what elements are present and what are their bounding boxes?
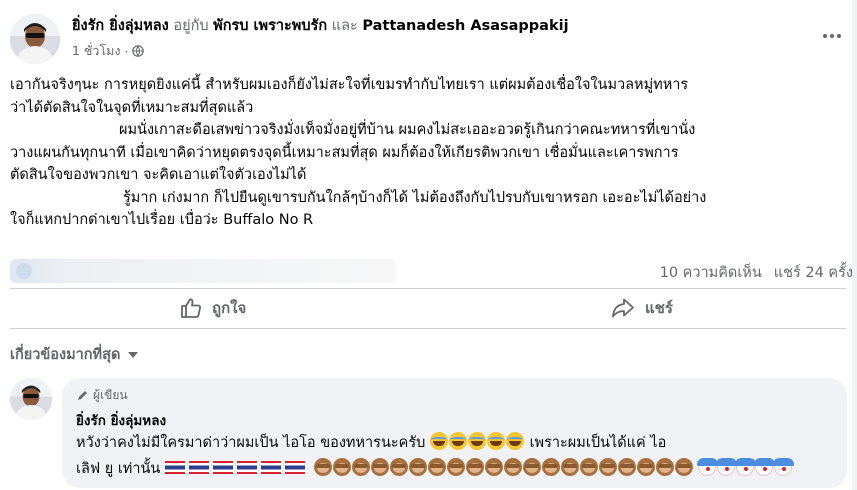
monkey-emoji-icon bbox=[655, 458, 674, 476]
clown-emoji-icon bbox=[754, 458, 776, 476]
laugh-emoji-icon bbox=[486, 432, 505, 450]
post-author-avatar[interactable] bbox=[10, 14, 60, 64]
share-button[interactable]: แชร์ bbox=[611, 293, 673, 323]
post-line: วางแผนกันทุกนาที เมื่อเขาคิดว่าหยุดตรงจุ… bbox=[10, 144, 679, 161]
clown-emoji-icon bbox=[735, 458, 757, 476]
comment-author-avatar[interactable] bbox=[10, 378, 52, 420]
divider bbox=[10, 288, 846, 289]
shares-count-link[interactable]: แชร์ 24 ครั้ง bbox=[774, 261, 853, 284]
post-header: ยิ่งรัก ยิ่งลุ่มหลง อยู่กับ พักรบ เพราะพ… bbox=[72, 14, 569, 37]
laugh-emoji-icons bbox=[429, 432, 530, 451]
monkey-emoji-icon bbox=[522, 458, 541, 476]
laugh-emoji-icon bbox=[505, 432, 524, 450]
and-text: และ bbox=[331, 18, 358, 34]
post-meta: 1 ชั่วโมง · bbox=[72, 41, 145, 61]
monkey-emoji-icon bbox=[427, 458, 446, 476]
thai-flag-icon bbox=[284, 461, 305, 474]
comment-text-part: เลิฟ ยู เท่านั้น bbox=[76, 461, 161, 477]
thai-flag-icon bbox=[164, 461, 185, 474]
feed-edge bbox=[852, 0, 857, 490]
monkey-emoji-icon bbox=[579, 458, 598, 476]
share-label: แชร์ bbox=[645, 299, 673, 317]
globe-icon[interactable] bbox=[132, 45, 145, 57]
thai-flag-icon bbox=[260, 461, 281, 474]
thai-flag-icon bbox=[236, 461, 257, 474]
monkey-emoji-icon bbox=[408, 458, 427, 476]
avatar-photo bbox=[10, 14, 60, 64]
tagged-user-2[interactable]: Pattanadesh Asasappakij bbox=[362, 18, 568, 34]
thumbs-up-icon bbox=[181, 298, 201, 318]
post-line: ผมนั่งเกาสะดือเสพข่าวจริงมั่งเท็จมั่งอยู… bbox=[119, 122, 696, 138]
post-line: ใจก็แหกปากด่าเขาไปเรื่อย เบื่อว่ะ Buffal… bbox=[10, 212, 314, 228]
clown-emoji-icons bbox=[697, 458, 795, 477]
laugh-emoji-icon bbox=[467, 432, 486, 450]
monkey-emoji-icon bbox=[351, 458, 370, 476]
tagged-user-1[interactable]: พักรบ เพราะพบรัก bbox=[213, 18, 327, 34]
comment-text-part: เพราะผมเป็นได้แค่ ไอ bbox=[529, 435, 667, 451]
post-author-name[interactable]: ยิ่งรัก ยิ่งลุ่มหลง bbox=[72, 18, 169, 34]
thai-flag-icon bbox=[188, 461, 209, 474]
monkey-emoji-icon bbox=[484, 458, 503, 476]
clown-emoji-icon bbox=[697, 458, 719, 476]
comment-bubble: ผู้เขียน ยิ่งรัก ยิ่งลุ่มหลง หวังว่าคงไม… bbox=[62, 378, 847, 488]
thai-flag-icon bbox=[212, 461, 233, 474]
comment-sort-dropdown[interactable]: เกี่ยวข้องมากที่สุด bbox=[10, 343, 139, 366]
monkey-emoji-icons bbox=[313, 458, 699, 477]
monkey-emoji-icon bbox=[370, 458, 389, 476]
author-badge-label: ผู้เขียน bbox=[93, 388, 128, 402]
clown-emoji-icon bbox=[716, 458, 738, 476]
caret-down-icon bbox=[128, 351, 139, 358]
monkey-emoji-icon bbox=[541, 458, 560, 476]
more-options-icon[interactable] bbox=[818, 26, 846, 46]
laugh-emoji-icon bbox=[429, 432, 448, 450]
like-button[interactable]: ถูกใจ bbox=[180, 293, 246, 323]
share-arrow-icon bbox=[612, 298, 634, 318]
post-line: รู้มาก เก่งมาก ก็ไปยืนดูเขารบกันใกล้ๆบ้า… bbox=[123, 189, 707, 206]
clown-emoji-icon bbox=[773, 458, 795, 476]
monkey-emoji-icon bbox=[636, 458, 655, 476]
engagement-counts: 10 ความคิดเห็น แชร์ 24 ครั้ง bbox=[660, 261, 853, 284]
post-card: ยิ่งรัก ยิ่งลุ่มหลง อยู่กับ พักรบ เพราะพ… bbox=[0, 0, 857, 336]
with-text: อยู่กับ bbox=[173, 18, 209, 34]
monkey-emoji-icon bbox=[598, 458, 617, 476]
pen-icon bbox=[78, 390, 87, 400]
post-line: ตัดสินใจของพวกเขา จะคิดเอาแต่ใจตัวเองไม่… bbox=[10, 167, 307, 183]
monkey-emoji-icon bbox=[503, 458, 522, 476]
post-line: เอากันจริงๆนะ การหยุดยิงแค่นี้ สำหรับผมเ… bbox=[10, 77, 689, 93]
monkey-emoji-icon bbox=[560, 458, 579, 476]
meta-separator: · bbox=[124, 43, 129, 59]
thai-flag-icons bbox=[164, 461, 314, 477]
laugh-emoji-icon bbox=[448, 432, 467, 450]
post-line: ว่าได้ตัดสินใจในจุดที่เหมาะสมที่สุดแล้ว bbox=[10, 99, 254, 116]
like-label: ถูกใจ bbox=[212, 299, 247, 317]
reactions-summary[interactable] bbox=[10, 259, 396, 283]
monkey-emoji-icon bbox=[674, 458, 693, 476]
comments-count-link[interactable]: 10 ความคิดเห็น bbox=[660, 261, 762, 284]
comment-author-name[interactable]: ยิ่งรัก ยิ่งลุ่มหลง bbox=[76, 409, 166, 431]
comment-sort-label: เกี่ยวข้องมากที่สุด bbox=[10, 347, 121, 363]
monkey-emoji-icon bbox=[313, 458, 332, 476]
monkey-emoji-icon bbox=[389, 458, 408, 476]
reaction-icon bbox=[16, 263, 32, 279]
author-badge: ผู้เขียน bbox=[76, 386, 128, 405]
post-timestamp[interactable]: 1 ชั่วโมง bbox=[72, 41, 121, 61]
post-body: เอากันจริงๆนะ การหยุดยิงแค่นี้ สำหรับผมเ… bbox=[10, 74, 848, 232]
monkey-emoji-icon bbox=[446, 458, 465, 476]
avatar-photo bbox=[10, 378, 52, 420]
comment-text-part: หวังว่าคงไม่มีใครมาด่าว่าผมเป็น ไอโอ ของ… bbox=[76, 435, 426, 451]
monkey-emoji-icon bbox=[332, 458, 351, 476]
monkey-emoji-icon bbox=[617, 458, 636, 476]
monkey-emoji-icon bbox=[465, 458, 484, 476]
divider bbox=[10, 328, 846, 329]
comment-text: หวังว่าคงไม่มีใครมาด่าว่าผมเป็น ไอโอ ของ… bbox=[76, 430, 841, 482]
